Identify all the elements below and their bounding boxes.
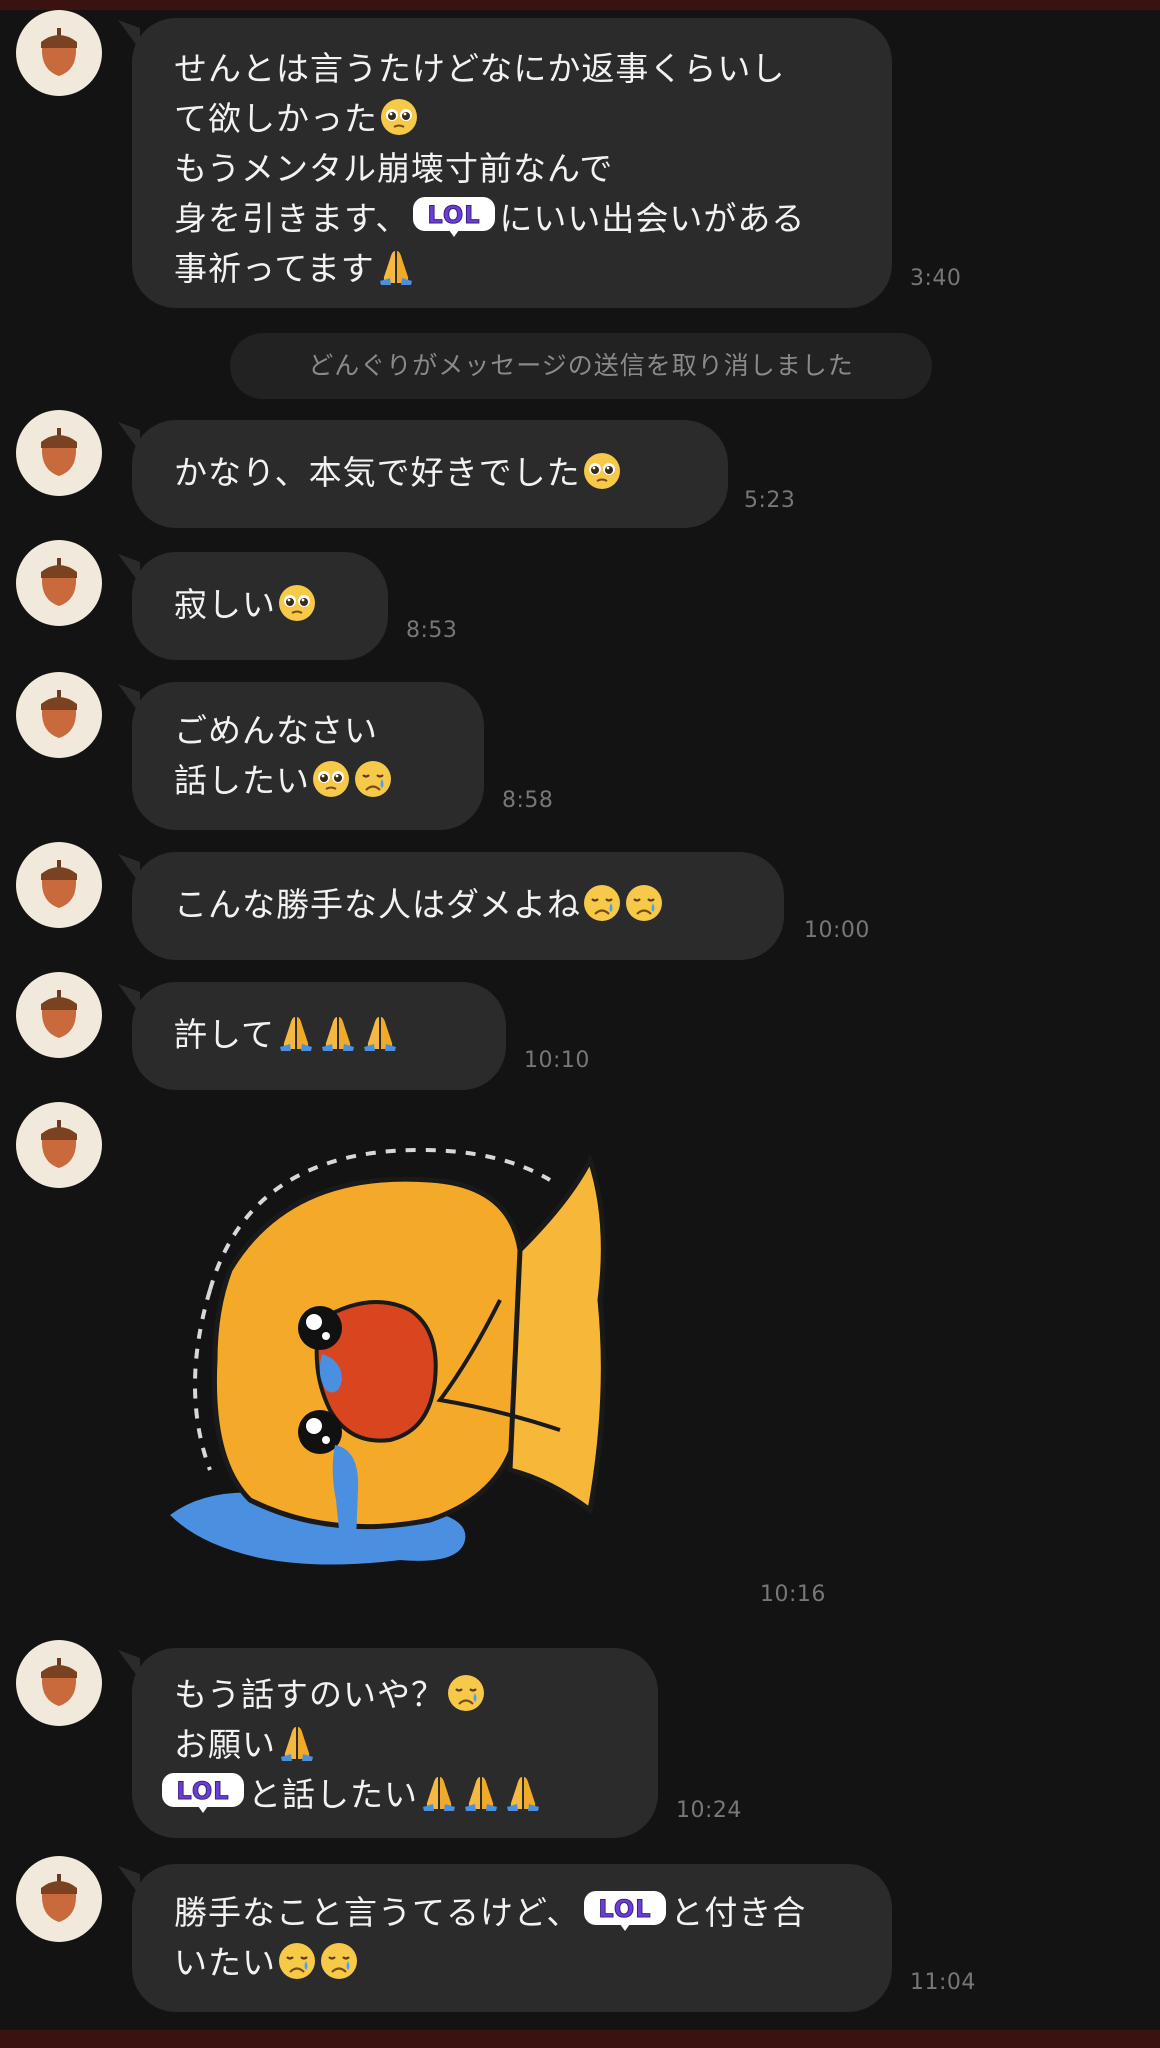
message-bubble[interactable]: 許して (132, 982, 506, 1090)
acorn-icon (37, 1872, 81, 1924)
folded-hands-emoji (419, 1773, 459, 1813)
acorn-icon (37, 688, 81, 740)
folded-hands-emoji (360, 1013, 400, 1053)
avatar[interactable] (16, 1640, 102, 1726)
crying-face-emoji (277, 1941, 317, 1981)
lol-sticker-emoji (411, 194, 497, 238)
crying-face-emoji (353, 759, 393, 799)
lol-sticker-emoji (160, 1770, 246, 1814)
message-line: ごめんなさい (174, 711, 378, 750)
message-timestamp: 10:16 (760, 1582, 826, 1607)
message-text: こんな勝手な人はダメよね (174, 885, 582, 924)
pleading-face-emoji (311, 759, 351, 799)
message-timestamp: 5:23 (744, 488, 796, 513)
acorn-icon (37, 426, 81, 478)
pleading-face-emoji (379, 97, 419, 137)
avatar[interactable] (16, 10, 102, 96)
lol-sticker-emoji (582, 1888, 668, 1932)
crying-duck-sticker[interactable] (170, 1140, 690, 1600)
acorn-icon (37, 556, 81, 608)
message-timestamp: 11:04 (910, 1970, 976, 1995)
pleading-face-emoji (277, 583, 317, 623)
pleading-face-emoji (582, 451, 622, 491)
message-timestamp: 10:24 (676, 1798, 742, 1823)
message-line: もう話すのいや？ (174, 1670, 616, 1720)
folded-hands-emoji (503, 1773, 543, 1813)
folded-hands-emoji (461, 1773, 501, 1813)
acorn-icon (37, 1118, 81, 1170)
crying-face-emoji (319, 1941, 359, 1981)
acorn-icon (37, 858, 81, 910)
message-bubble[interactable]: せんとは言うたけどなにか返事くらいし て欲しかった もうメンタル崩壊寸前なんで … (132, 18, 892, 308)
acorn-icon (37, 988, 81, 1040)
message-line: もうメンタル崩壊寸前なんで (174, 149, 614, 188)
message-line: 事祈ってます (174, 244, 850, 294)
top-status-strip (0, 0, 1160, 10)
message-timestamp: 10:10 (524, 1048, 590, 1073)
avatar[interactable] (16, 842, 102, 928)
folded-hands-emoji (376, 247, 416, 287)
message-line: 勝手なこと言うてるけど、 と付き合 (174, 1888, 850, 1938)
message-text: 寂しい (174, 585, 276, 624)
message-bubble[interactable]: 勝手なこと言うてるけど、 と付き合 いたい (132, 1864, 892, 2012)
message-line: いたい (174, 1938, 850, 1988)
avatar[interactable] (16, 972, 102, 1058)
bottom-edge-strip (0, 2030, 1160, 2048)
message-text: 許して (174, 1015, 276, 1054)
message-line: と話したい (158, 1770, 616, 1820)
message-timestamp: 8:53 (406, 618, 458, 643)
folded-hands-emoji (276, 1013, 316, 1053)
acorn-icon (37, 26, 81, 78)
message-line: て欲しかった (174, 94, 850, 144)
message-line: 身を引きます、 にいい出会いがある (174, 194, 850, 244)
avatar[interactable] (16, 1856, 102, 1942)
acorn-icon (37, 1656, 81, 1708)
crying-face-emoji (582, 883, 622, 923)
message-timestamp: 10:00 (804, 918, 870, 943)
folded-hands-emoji (318, 1013, 358, 1053)
message-timestamp: 8:58 (502, 788, 554, 813)
avatar[interactable] (16, 540, 102, 626)
crying-face-emoji (624, 883, 664, 923)
message-line: せんとは言うたけどなにか返事くらいし (174, 49, 786, 88)
folded-hands-emoji (277, 1723, 317, 1763)
message-bubble[interactable]: こんな勝手な人はダメよね (132, 852, 784, 960)
message-bubble[interactable]: ごめんなさい 話したい (132, 682, 484, 830)
message-timestamp: 3:40 (910, 266, 962, 291)
message-text: かなり、本気で好きでした (174, 453, 581, 492)
message-line: お願い (174, 1720, 616, 1770)
message-bubble[interactable]: 寂しい (132, 552, 388, 660)
avatar[interactable] (16, 410, 102, 496)
unsent-message-notice: どんぐりがメッセージの送信を取り消しました (230, 333, 932, 399)
message-bubble[interactable]: かなり、本気で好きでした (132, 420, 728, 528)
avatar[interactable] (16, 1102, 102, 1188)
message-bubble[interactable]: もう話すのいや？ お願い と話したい (132, 1648, 658, 1838)
avatar[interactable] (16, 672, 102, 758)
crying-face-emoji (446, 1673, 486, 1713)
message-line: 話したい (174, 756, 442, 806)
